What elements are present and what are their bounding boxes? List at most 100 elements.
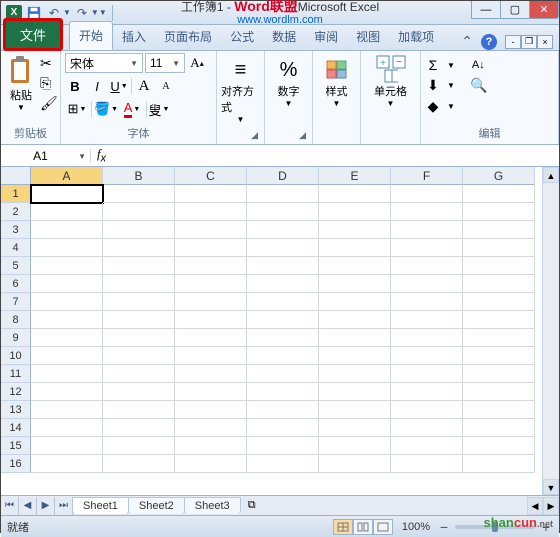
cell[interactable]	[175, 383, 247, 401]
cell[interactable]	[31, 329, 103, 347]
format-painter-icon[interactable]: 🖌	[40, 95, 58, 112]
number-dropdown-icon[interactable]: ▼	[285, 99, 293, 108]
tab-data[interactable]: 数据	[263, 23, 305, 50]
cell[interactable]	[103, 275, 175, 293]
cell[interactable]	[247, 383, 319, 401]
font-size-combo[interactable]: 11▼	[145, 53, 185, 73]
alignment-button[interactable]: ≡ 对齐方式 ▼	[221, 53, 260, 124]
cell[interactable]	[463, 221, 535, 239]
undo-dropdown-icon[interactable]: ▼	[63, 8, 71, 17]
align-dropdown-icon[interactable]: ▼	[237, 115, 245, 124]
cell[interactable]	[247, 239, 319, 257]
cell[interactable]	[103, 365, 175, 383]
cell[interactable]	[175, 203, 247, 221]
row-header[interactable]: 12	[1, 383, 31, 401]
cell[interactable]	[175, 365, 247, 383]
cell[interactable]	[319, 401, 391, 419]
sheet-nav-next-icon[interactable]: ▶	[37, 497, 55, 515]
cell[interactable]	[247, 203, 319, 221]
cell[interactable]	[463, 347, 535, 365]
cells-dropdown-icon[interactable]: ▼	[387, 99, 395, 108]
vertical-scrollbar[interactable]: ▲ ▼	[542, 167, 559, 495]
cell[interactable]	[319, 311, 391, 329]
cell[interactable]	[463, 293, 535, 311]
col-header[interactable]: D	[247, 167, 319, 185]
cell[interactable]	[463, 185, 535, 203]
cell[interactable]	[463, 203, 535, 221]
sheet-nav-last-icon[interactable]: ⏭	[55, 497, 73, 515]
zoom-percent[interactable]: 100%	[402, 521, 430, 533]
cell[interactable]	[103, 293, 175, 311]
help-icon[interactable]: ?	[481, 34, 497, 50]
grow-font-icon[interactable]: A▴	[187, 53, 207, 73]
row-header[interactable]: 8	[1, 311, 31, 329]
col-header[interactable]: A	[31, 167, 103, 185]
cell[interactable]	[319, 437, 391, 455]
cell[interactable]	[103, 203, 175, 221]
cell[interactable]	[31, 203, 103, 221]
cell[interactable]	[391, 401, 463, 419]
grow-font-button[interactable]: A	[134, 76, 154, 96]
font-name-combo[interactable]: 宋体▼	[65, 53, 143, 73]
fill-button[interactable]: ⬇▼ 🔍	[425, 77, 486, 94]
fill-color-button[interactable]: 🪣▼	[94, 99, 118, 119]
col-header[interactable]: C	[175, 167, 247, 185]
cell[interactable]	[103, 383, 175, 401]
cell[interactable]	[247, 401, 319, 419]
cell[interactable]	[103, 419, 175, 437]
cell[interactable]	[175, 455, 247, 473]
row-header[interactable]: 13	[1, 401, 31, 419]
cell[interactable]	[31, 455, 103, 473]
view-layout-button[interactable]	[353, 519, 373, 535]
scroll-right-icon[interactable]: ▶	[543, 497, 559, 515]
fx-icon[interactable]: fx	[97, 146, 106, 165]
minimize-button[interactable]: —	[471, 1, 501, 19]
cell[interactable]	[103, 257, 175, 275]
cell[interactable]	[319, 383, 391, 401]
close-button[interactable]: ✕	[529, 1, 559, 19]
cell[interactable]	[31, 185, 103, 203]
cell[interactable]	[319, 455, 391, 473]
sheet-tab[interactable]: Sheet1	[72, 497, 129, 514]
cell[interactable]	[247, 455, 319, 473]
cell[interactable]	[319, 239, 391, 257]
cell[interactable]	[31, 293, 103, 311]
cell[interactable]	[391, 275, 463, 293]
cell[interactable]	[31, 401, 103, 419]
row-header[interactable]: 4	[1, 239, 31, 257]
number-button[interactable]: % 数字 ▼	[269, 53, 308, 108]
row-header[interactable]: 14	[1, 419, 31, 437]
cell[interactable]	[175, 311, 247, 329]
row-header[interactable]: 9	[1, 329, 31, 347]
styles-dropdown-icon[interactable]: ▼	[333, 99, 341, 108]
cell[interactable]	[463, 419, 535, 437]
name-box[interactable]: A1▼	[1, 149, 91, 163]
redo-dropdown-icon[interactable]: ▼	[91, 8, 99, 17]
cell[interactable]	[175, 239, 247, 257]
cell[interactable]	[175, 293, 247, 311]
view-pagebreak-button[interactable]	[373, 519, 393, 535]
worksheet-grid[interactable]: A B C D E F G 12345678910111213141516 ▲ …	[1, 167, 559, 495]
scroll-down-icon[interactable]: ▼	[543, 479, 559, 495]
cell[interactable]	[391, 311, 463, 329]
cell[interactable]	[319, 185, 391, 203]
cell[interactable]	[175, 401, 247, 419]
cell[interactable]	[247, 185, 319, 203]
cell[interactable]	[31, 257, 103, 275]
redo-icon[interactable]: ↷	[73, 4, 91, 22]
row-header[interactable]: 10	[1, 347, 31, 365]
col-header[interactable]: E	[319, 167, 391, 185]
font-color-button[interactable]: A▼	[120, 99, 144, 119]
sheet-tab[interactable]: Sheet2	[128, 497, 185, 514]
cell[interactable]	[103, 311, 175, 329]
cell[interactable]	[103, 329, 175, 347]
scroll-up-icon[interactable]: ▲	[543, 167, 559, 183]
number-launcher-icon[interactable]: ◢	[299, 130, 306, 141]
col-header[interactable]: B	[103, 167, 175, 185]
cell[interactable]	[391, 455, 463, 473]
namebox-dropdown-icon[interactable]: ▼	[78, 152, 86, 161]
cell[interactable]	[463, 275, 535, 293]
cell[interactable]	[247, 437, 319, 455]
qat-customize-icon[interactable]: ▼	[99, 8, 107, 17]
tab-formulas[interactable]: 公式	[221, 23, 263, 50]
